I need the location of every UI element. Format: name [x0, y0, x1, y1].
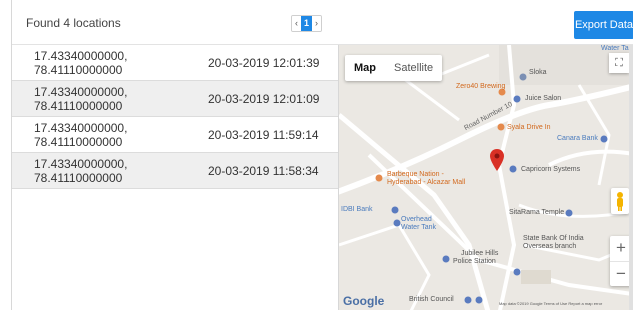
- map-attribution[interactable]: Map data ©2019 Google Terms of Use Repor…: [499, 301, 602, 306]
- map-label: Overseas branch: [523, 243, 577, 250]
- street-view-pegman-icon[interactable]: [611, 188, 629, 214]
- pagination: ‹ 1 ›: [291, 15, 322, 32]
- map-label: Overhead: [401, 216, 432, 223]
- toolbar: Found 4 locations ‹ 1 › Export Data: [12, 0, 633, 45]
- pagination-prev-button[interactable]: ‹: [292, 16, 301, 31]
- map-label: Water Tank: [401, 224, 437, 231]
- vertical-scrollbar[interactable]: [629, 45, 633, 310]
- fullscreen-icon[interactable]: ⛶: [609, 53, 629, 73]
- map-type-control: Map Satellite: [345, 55, 443, 81]
- map-view[interactable]: Map Satellite ⛶ Water Tank Sloka Zero40 …: [338, 45, 633, 310]
- location-timestamp: 20-03-2019 11:59:14: [208, 127, 319, 142]
- location-row[interactable]: 17.43340000000, 78.41110000000 20-03-201…: [12, 81, 338, 117]
- location-timestamp: 20-03-2019 12:01:09: [208, 91, 320, 106]
- location-timestamp: 20-03-2019 12:01:39: [208, 55, 320, 70]
- map-label: Hyderabad - Alcazar Mall: [387, 179, 466, 186]
- map-label: Police Station: [453, 258, 496, 265]
- locations-count: Found 4 locations: [26, 16, 121, 30]
- map-label: Barbeque Nation -: [387, 171, 444, 178]
- location-coordinates: 17.43340000000, 78.41110000000: [34, 120, 128, 149]
- google-logo: Google: [343, 294, 385, 308]
- satellite-tab[interactable]: Satellite: [385, 55, 442, 81]
- location-coordinates: 17.43340000000, 78.41110000000: [34, 156, 128, 185]
- location-row[interactable]: 17.43340000000, 78.41110000000 20-03-201…: [12, 117, 338, 153]
- location-row[interactable]: 17.43340000000, 78.41110000000 20-03-201…: [12, 45, 338, 81]
- export-data-button[interactable]: Export Data: [574, 11, 633, 39]
- map-label: Syala Drive In: [507, 124, 551, 131]
- map-tab[interactable]: Map: [345, 55, 385, 81]
- map-label: Zero40 Brewing: [456, 83, 506, 90]
- map-label: SitaRama Temple: [509, 209, 565, 216]
- location-pin-icon[interactable]: [490, 149, 504, 171]
- location-coordinates: 17.43340000000, 78.41110000000: [34, 84, 128, 113]
- map-label: British Council: [409, 296, 454, 303]
- map-label: Capricorn Systems: [521, 166, 581, 173]
- pagination-next-button[interactable]: ›: [312, 16, 321, 31]
- pagination-page-button[interactable]: 1: [301, 16, 312, 31]
- map-label: Jubilee Hills: [461, 250, 499, 257]
- location-coordinates: 17.43340000000, 78.41110000000: [34, 48, 128, 77]
- map-label: IDBI Bank: [341, 206, 373, 213]
- locations-panel: Found 4 locations ‹ 1 › Export Data 17.4…: [11, 0, 633, 310]
- map-label: Juice Salon: [525, 95, 562, 102]
- map-label: Sloka: [529, 69, 547, 76]
- location-row[interactable]: 17.43340000000, 78.41110000000 20-03-201…: [12, 153, 338, 189]
- locations-list: 17.43340000000, 78.41110000000 20-03-201…: [12, 45, 338, 310]
- map-label: State Bank Of India: [523, 235, 584, 242]
- map-label: Canara Bank: [557, 135, 598, 142]
- location-timestamp: 20-03-2019 11:58:34: [208, 163, 319, 178]
